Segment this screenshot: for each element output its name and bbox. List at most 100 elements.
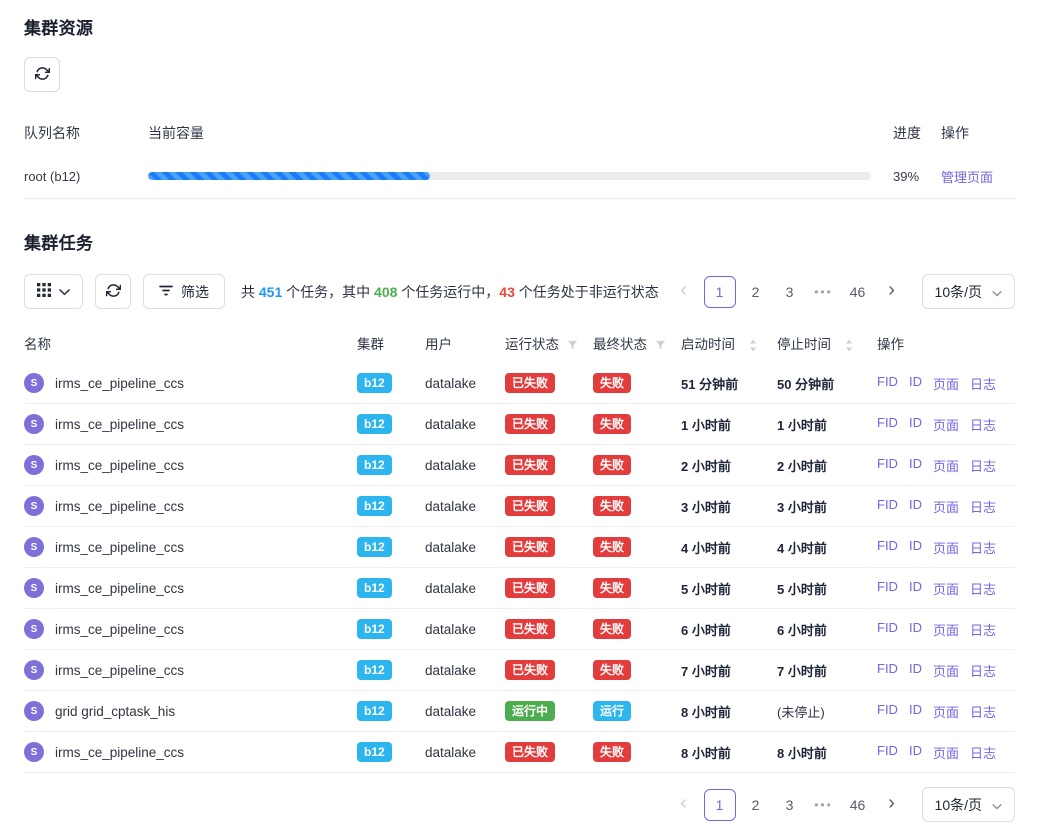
id-link[interactable]: ID [909, 415, 922, 434]
page-link[interactable]: 页面 [933, 620, 959, 639]
task-row: Sirms_ce_pipeline_ccs b12 datalake 已失败 失… [24, 404, 1015, 445]
task-row: Sirms_ce_pipeline_ccs b12 datalake 已失败 失… [24, 650, 1015, 691]
prev-page-button[interactable]: ‹ [670, 276, 698, 308]
page-2-button[interactable]: 2 [742, 789, 770, 821]
page-link[interactable]: 页面 [933, 538, 959, 557]
stop-time: (未停止) [777, 702, 877, 721]
page-link[interactable]: 页面 [933, 579, 959, 598]
log-link[interactable]: 日志 [970, 497, 996, 516]
refresh-tasks-button[interactable] [95, 274, 131, 309]
fid-link[interactable]: FID [877, 743, 898, 762]
refresh-icon [35, 66, 50, 84]
run-status-badge: 已失败 [505, 496, 555, 516]
id-link[interactable]: ID [909, 538, 922, 557]
id-link[interactable]: ID [909, 743, 922, 762]
id-link[interactable]: ID [909, 661, 922, 680]
id-link[interactable]: ID [909, 497, 922, 516]
page-link[interactable]: 页面 [933, 456, 959, 475]
fid-link[interactable]: FID [877, 661, 898, 680]
log-link[interactable]: 日志 [970, 743, 996, 762]
manage-page-link[interactable]: 管理页面 [941, 170, 993, 185]
task-name: irms_ce_pipeline_ccs [55, 458, 184, 473]
task-row: Sgrid grid_cptask_his b12 datalake 运行中 运… [24, 691, 1015, 732]
sort-icon[interactable] [845, 339, 853, 352]
page-size-select[interactable]: 10条/页 [922, 787, 1015, 822]
page-link[interactable]: 页面 [933, 415, 959, 434]
col-action: 操作 [941, 123, 1015, 143]
log-link[interactable]: 日志 [970, 538, 996, 557]
log-link[interactable]: 日志 [970, 456, 996, 475]
page-size-select[interactable]: 10条/页 [922, 274, 1015, 309]
page-2-button[interactable]: 2 [742, 276, 770, 308]
col-current-capacity: 当前容量 [148, 123, 871, 143]
layout-grid-button[interactable] [24, 274, 83, 309]
page-link[interactable]: 页面 [933, 374, 959, 393]
run-status-badge: 已失败 [505, 537, 555, 557]
refresh-button[interactable] [24, 57, 60, 92]
log-link[interactable]: 日志 [970, 579, 996, 598]
fid-link[interactable]: FID [877, 415, 898, 434]
log-link[interactable]: 日志 [970, 702, 996, 721]
page-1-button[interactable]: 1 [704, 789, 736, 821]
bottom-bar: ‹ 1 2 3 ••• 46 › 10条/页 [24, 787, 1015, 822]
log-link[interactable]: 日志 [970, 415, 996, 434]
task-user: datalake [425, 704, 505, 719]
log-link[interactable]: 日志 [970, 620, 996, 639]
stop-time: 1 小时前 [777, 415, 877, 434]
tasks-title: 集群任务 [24, 229, 1015, 254]
id-link[interactable]: ID [909, 456, 922, 475]
stop-time: 2 小时前 [777, 456, 877, 475]
page-link[interactable]: 页面 [933, 661, 959, 680]
spark-avatar-icon: S [24, 619, 44, 639]
next-page-button[interactable]: › [878, 276, 906, 308]
task-name: irms_ce_pipeline_ccs [55, 581, 184, 596]
spark-avatar-icon: S [24, 701, 44, 721]
fid-link[interactable]: FID [877, 702, 898, 721]
filter-button[interactable]: 筛选 [143, 274, 225, 309]
fid-link[interactable]: FID [877, 374, 898, 393]
page-46-button[interactable]: 46 [844, 789, 872, 821]
col-queue-name: 队列名称 [24, 123, 148, 143]
run-status-badge: 运行中 [505, 701, 555, 721]
id-link[interactable]: ID [909, 579, 922, 598]
cluster-badge: b12 [357, 578, 392, 598]
final-status-badge: 运行 [593, 701, 631, 721]
log-link[interactable]: 日志 [970, 374, 996, 393]
prev-page-button[interactable]: ‹ [670, 789, 698, 821]
page-link[interactable]: 页面 [933, 497, 959, 516]
stop-time: 50 分钟前 [777, 374, 877, 393]
col-name: 名称 [24, 333, 357, 353]
log-link[interactable]: 日志 [970, 661, 996, 680]
page-link[interactable]: 页面 [933, 743, 959, 762]
fid-link[interactable]: FID [877, 456, 898, 475]
sort-icon[interactable] [749, 339, 757, 352]
page-3-button[interactable]: 3 [776, 276, 804, 308]
final-status-badge: 失败 [593, 455, 631, 475]
start-time: 8 小时前 [681, 702, 777, 721]
filter-funnel-icon[interactable] [655, 340, 666, 351]
cluster-badge: b12 [357, 455, 392, 475]
start-time: 3 小时前 [681, 497, 777, 516]
id-link[interactable]: ID [909, 374, 922, 393]
filter-funnel-icon[interactable] [567, 340, 578, 351]
task-user: datalake [425, 581, 505, 596]
next-page-button[interactable]: › [878, 789, 906, 821]
id-link[interactable]: ID [909, 702, 922, 721]
tasks-table-header: 名称 集群 用户 运行状态 最终状态 启动时间 停止时间 操作 [24, 323, 1015, 363]
page-46-button[interactable]: 46 [844, 276, 872, 308]
cluster-badge: b12 [357, 660, 392, 680]
id-link[interactable]: ID [909, 620, 922, 639]
page-3-button[interactable]: 3 [776, 789, 804, 821]
fid-link[interactable]: FID [877, 538, 898, 557]
page-1-button[interactable]: 1 [704, 276, 736, 308]
final-status-badge: 失败 [593, 537, 631, 557]
filter-lines-icon [159, 284, 173, 299]
fid-link[interactable]: FID [877, 620, 898, 639]
resources-table: 队列名称 当前容量 进度 操作 root (b12) 39% 管理页面 [24, 112, 1015, 199]
fid-link[interactable]: FID [877, 579, 898, 598]
fid-link[interactable]: FID [877, 497, 898, 516]
spark-avatar-icon: S [24, 660, 44, 680]
page-link[interactable]: 页面 [933, 702, 959, 721]
task-row: Sirms_ce_pipeline_ccs b12 datalake 已失败 失… [24, 527, 1015, 568]
task-user: datalake [425, 417, 505, 432]
